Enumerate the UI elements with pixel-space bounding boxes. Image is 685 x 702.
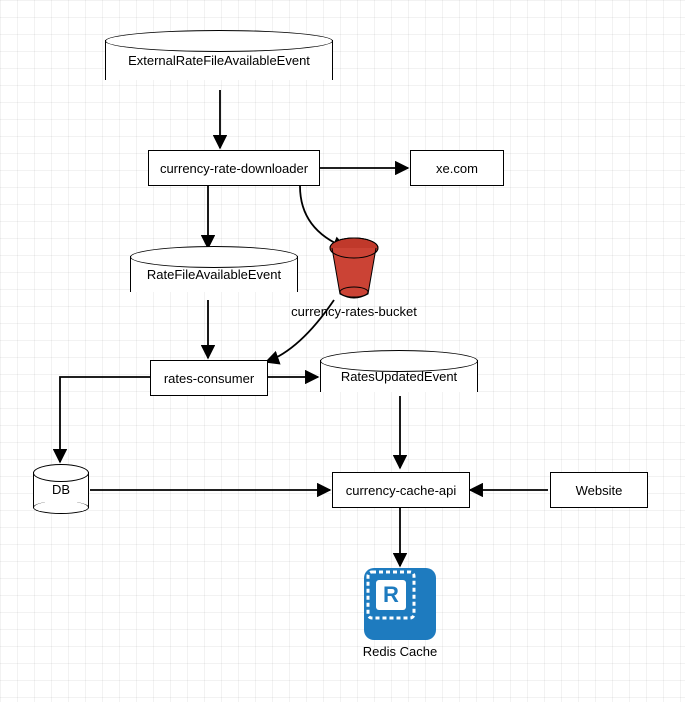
xe-com-node: xe.com	[410, 150, 504, 186]
website-node: Website	[550, 472, 648, 508]
external-event-label: ExternalRateFileAvailableEvent	[105, 40, 333, 80]
downloader-label: currency-rate-downloader	[160, 161, 308, 176]
updated-event-label: RatesUpdatedEvent	[320, 360, 478, 392]
currency-rates-bucket-node: currency-rates-bucket	[326, 236, 382, 316]
redis-cache-node: R Redis Cache	[364, 568, 436, 640]
redis-icon: R	[364, 568, 436, 640]
currency-cache-api-node: currency-cache-api	[332, 472, 470, 508]
currency-rate-downloader-node: currency-rate-downloader	[148, 150, 320, 186]
rate-event-label: RateFileAvailableEvent	[130, 256, 298, 292]
db-node: DB	[33, 464, 89, 514]
cache-api-label: currency-cache-api	[346, 483, 457, 498]
rates-updated-event-node: RatesUpdatedEvent	[320, 360, 478, 392]
arrows-layer	[0, 0, 685, 702]
consumer-label: rates-consumer	[164, 371, 254, 386]
bucket-label: currency-rates-bucket	[291, 304, 417, 319]
bucket-icon	[326, 236, 382, 304]
rate-file-available-event-node: RateFileAvailableEvent	[130, 256, 298, 292]
external-rate-file-available-event-node: ExternalRateFileAvailableEvent	[105, 40, 333, 80]
db-label: DB	[33, 464, 89, 514]
xe-label: xe.com	[436, 161, 478, 176]
redis-label: Redis Cache	[363, 644, 437, 659]
website-label: Website	[576, 483, 623, 498]
svg-text:R: R	[383, 582, 399, 607]
rates-consumer-node: rates-consumer	[150, 360, 268, 396]
